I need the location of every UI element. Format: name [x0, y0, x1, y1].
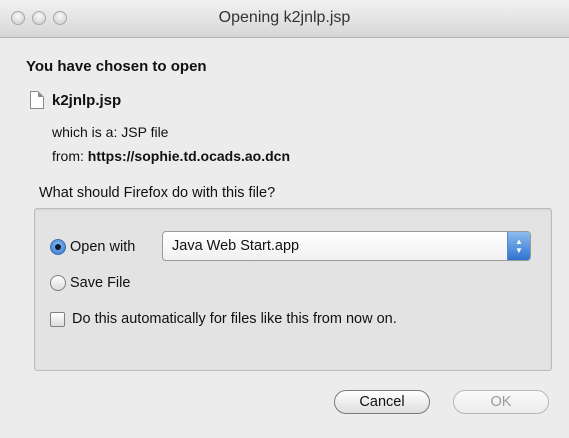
open-with-app-value: Java Web Start.app — [172, 238, 300, 254]
file-name: k2jnlp.jsp — [52, 92, 122, 109]
file-type-value: JSP file — [121, 124, 169, 140]
window-title: Opening k2jnlp.jsp — [218, 9, 351, 26]
file-source-value: https://sophie.td.ocads.ao.dcn — [87, 148, 291, 164]
file-icon — [30, 91, 44, 109]
cancel-button[interactable]: Cancel — [334, 390, 430, 414]
auto-action-checkbox[interactable] — [50, 312, 65, 327]
open-with-app-select[interactable]: Java Web Start.app ▲ ▼ — [162, 231, 531, 261]
open-with-radio[interactable] — [50, 239, 66, 255]
save-file-radio[interactable] — [50, 275, 66, 291]
dialog-heading: You have chosen to open — [26, 58, 207, 75]
save-file-label[interactable]: Save File — [70, 275, 130, 291]
file-type-label: which is a: — [52, 124, 122, 140]
file-type-line: which is a: JSP file — [52, 124, 168, 140]
title-bar[interactable]: Opening k2jnlp.jsp — [0, 0, 569, 38]
file-source-label: from: — [52, 148, 88, 164]
up-down-arrows-icon[interactable]: ▲ ▼ — [507, 232, 530, 260]
auto-action-label[interactable]: Do this automatically for files like thi… — [72, 311, 397, 327]
open-with-label[interactable]: Open with — [70, 239, 135, 255]
ok-button[interactable]: OK — [453, 390, 549, 414]
action-question: What should Firefox do with this file? — [39, 185, 276, 201]
file-source-line: from: https://sophie.td.ocads.ao.dcn — [52, 148, 290, 164]
